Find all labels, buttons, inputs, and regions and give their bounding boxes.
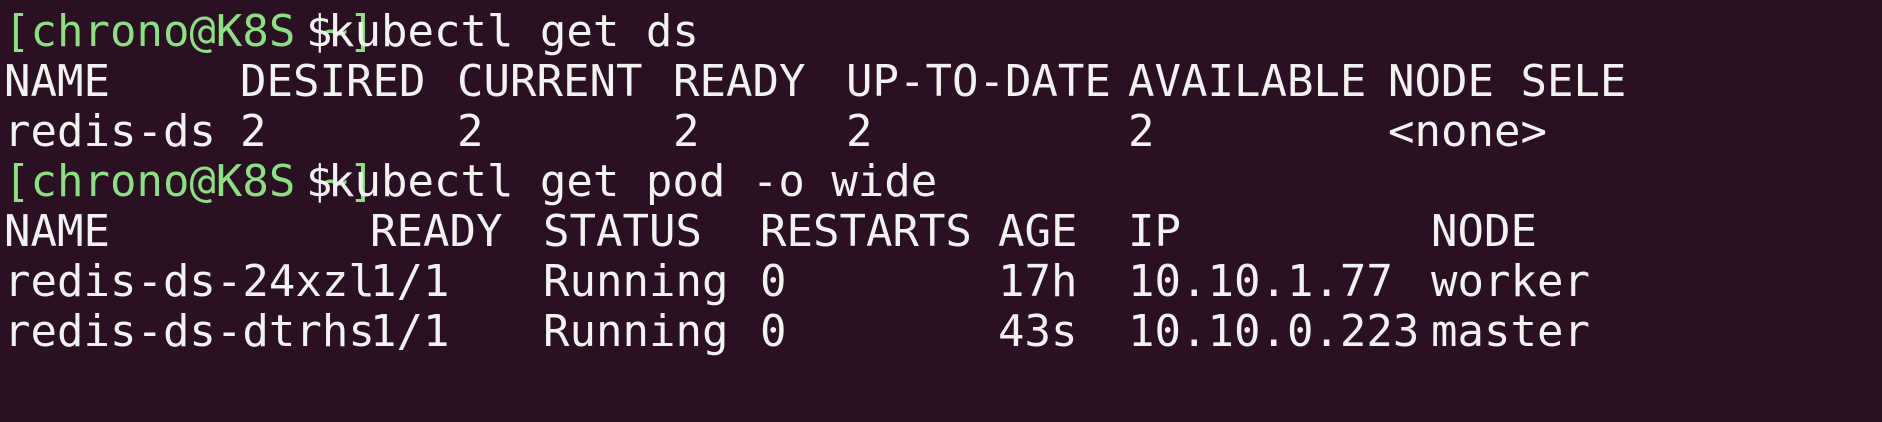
table-row: redis-ds-dtrhs 1/1 Running 0 43s 10.10.0… <box>4 300 1882 360</box>
pod-cell-node: master <box>1431 306 1590 357</box>
pod-cell-name: redis-ds-dtrhs <box>4 306 375 357</box>
terminal-window[interactable]: [chrono@K8S ~] $ kubectl get ds NAME DES… <box>0 0 1882 422</box>
pod-cell-age: 43s <box>998 306 1078 357</box>
pod-cell-restarts: 0 <box>760 306 787 357</box>
pod-cell-ready: 1/1 <box>370 306 450 357</box>
pod-cell-status: Running <box>543 306 729 357</box>
pod-cell-ip: 10.10.0.223 <box>1128 306 1420 357</box>
